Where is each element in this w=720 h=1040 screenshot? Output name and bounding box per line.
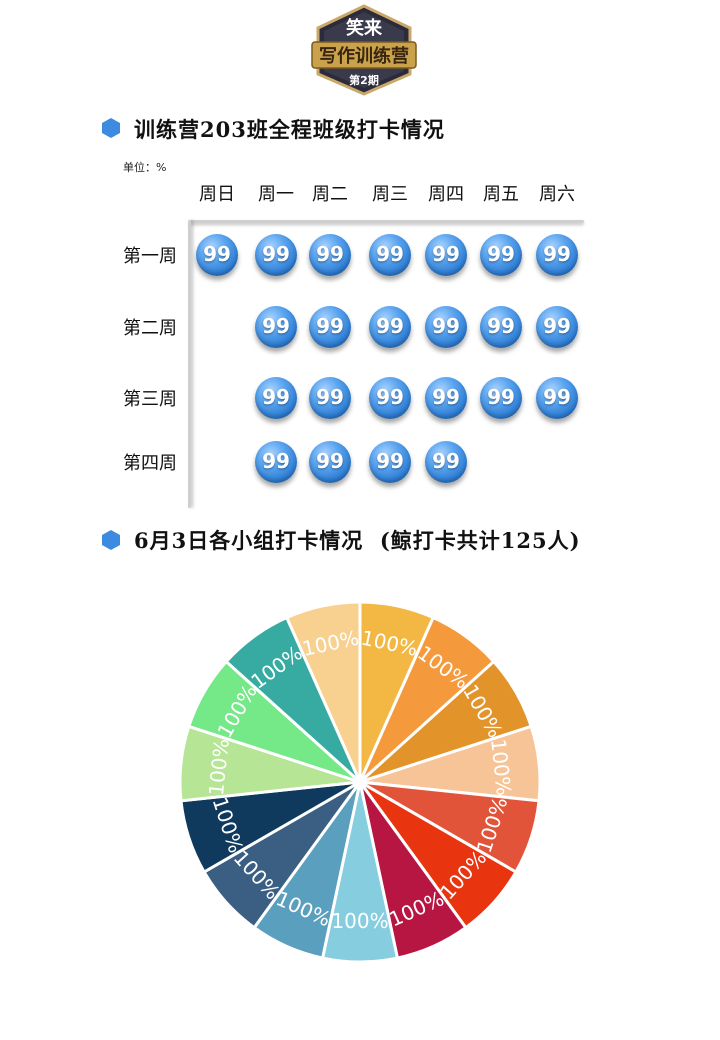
section-title-checkin: 训练营203班全程班级打卡情况 xyxy=(134,117,445,142)
day-header: 周三 xyxy=(372,184,408,205)
checkin-rate-bubble: 99 xyxy=(309,377,351,419)
week-row-label: 第一周 xyxy=(123,246,177,267)
pie-slice-label: 100% xyxy=(331,909,388,933)
logo-top-text: 笑来 xyxy=(346,17,383,39)
day-header: 周一 xyxy=(258,184,294,205)
checkin-rate-bubble: 99 xyxy=(309,306,351,348)
checkin-rate-bubble: 99 xyxy=(309,441,351,483)
checkin-rate-bubble: 99 xyxy=(255,234,297,276)
checkin-rate-bubble: 99 xyxy=(369,377,411,419)
checkin-rate-bubble: 99 xyxy=(480,306,522,348)
day-header: 周二 xyxy=(312,184,348,205)
section-title-groups-text: 6月3日各小组打卡情况 xyxy=(134,528,364,553)
checkin-rate-bubble: 99 xyxy=(425,306,467,348)
grid-frame-top xyxy=(190,220,584,223)
camp-logo: 笑来 写作训练营 第2期 xyxy=(311,4,417,96)
grid-frame-left xyxy=(188,220,191,508)
logo-edition: 第2期 xyxy=(349,73,379,87)
checkin-rate-bubble: 99 xyxy=(255,306,297,348)
logo-main-text: 写作训练营 xyxy=(319,45,409,67)
checkin-rate-bubble: 99 xyxy=(425,234,467,276)
week-row-label: 第三周 xyxy=(123,389,177,410)
unit-label: 单位：% xyxy=(123,161,167,174)
hexagon-bullet-icon xyxy=(102,530,120,550)
hexagon-bullet-icon xyxy=(102,118,120,138)
group-checkin-pie-chart: 100%100%100%100%100%100%100%100%100%100%… xyxy=(178,600,542,964)
checkin-rate-bubble: 99 xyxy=(536,234,578,276)
checkin-rate-bubble: 99 xyxy=(536,306,578,348)
day-header: 周日 xyxy=(199,184,235,205)
checkin-rate-bubble: 99 xyxy=(369,441,411,483)
section-title-groups: 6月3日各小组打卡情况 (鲸打卡共计125人) xyxy=(134,525,581,555)
day-header: 周五 xyxy=(483,184,519,205)
checkin-rate-bubble: 99 xyxy=(536,377,578,419)
checkin-rate-bubble: 99 xyxy=(369,234,411,276)
week-row-label: 第二周 xyxy=(123,318,177,339)
week-row-label: 第四周 xyxy=(123,453,177,474)
checkin-rate-bubble: 99 xyxy=(425,441,467,483)
checkin-rate-bubble: 99 xyxy=(480,377,522,419)
checkin-rate-bubble: 99 xyxy=(309,234,351,276)
section-title-groups-note: (鲸打卡共计125人) xyxy=(379,528,581,553)
day-header: 周四 xyxy=(428,184,464,205)
checkin-rate-bubble: 99 xyxy=(255,441,297,483)
checkin-rate-bubble: 99 xyxy=(255,377,297,419)
checkin-rate-bubble: 99 xyxy=(369,306,411,348)
day-header: 周六 xyxy=(539,184,575,205)
checkin-rate-bubble: 99 xyxy=(425,377,467,419)
checkin-rate-bubble: 99 xyxy=(480,234,522,276)
checkin-rate-bubble: 99 xyxy=(196,234,238,276)
